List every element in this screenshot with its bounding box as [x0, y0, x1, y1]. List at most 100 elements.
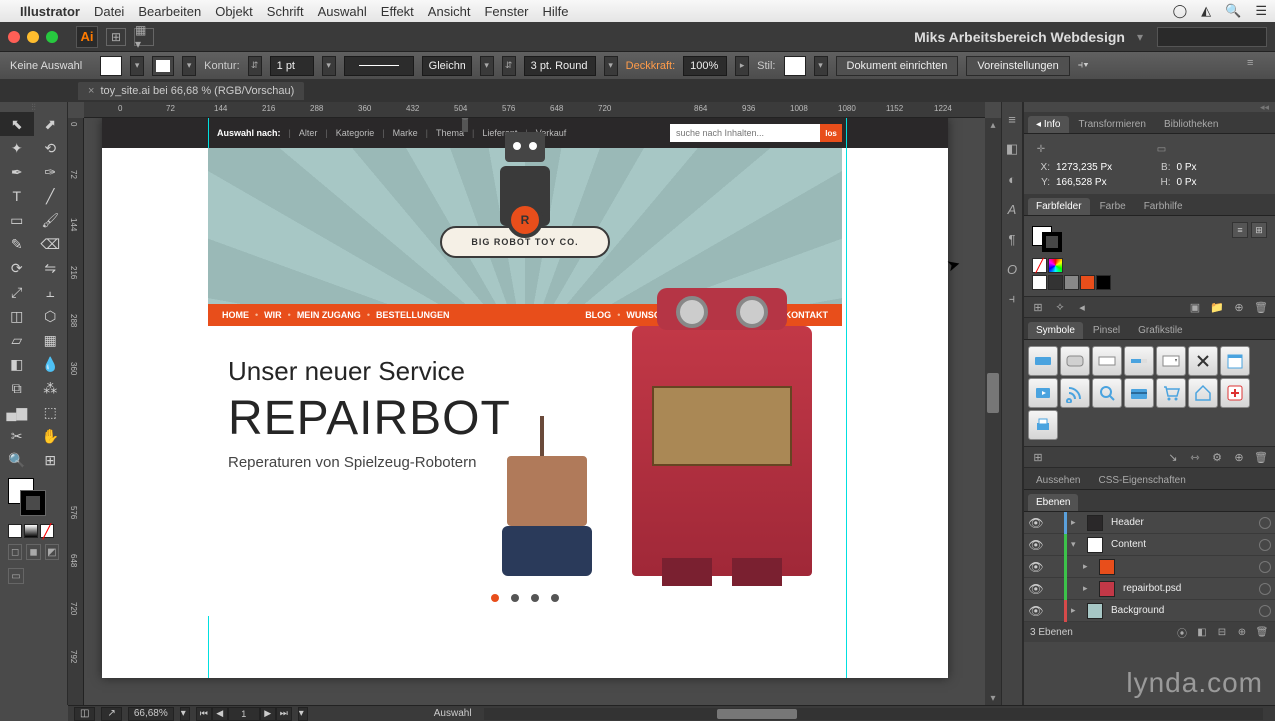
eyedropper-tool[interactable]: 💧	[34, 352, 68, 376]
menu-effekt[interactable]: Effekt	[381, 4, 414, 19]
print-tiling-tool[interactable]: ⊞	[34, 448, 68, 472]
swatch-options-icon[interactable]: ◂	[1074, 299, 1090, 315]
layer-name[interactable]: Background	[1107, 605, 1255, 616]
nav-bestellungen[interactable]: BESTELLUNGEN	[376, 310, 450, 320]
menu-auswahl[interactable]: Auswahl	[318, 4, 367, 19]
symbol-lib-icon[interactable]: ⊞	[1030, 449, 1046, 465]
symbol-calendar[interactable]	[1220, 346, 1250, 376]
brush-dd-icon[interactable]: ▾	[604, 56, 618, 76]
tab-aussehen[interactable]: Aussehen	[1028, 472, 1088, 489]
preferences-button[interactable]: Voreinstellungen	[966, 56, 1069, 76]
layer-name[interactable]: repairbot.psd	[1119, 583, 1255, 594]
layer-row[interactable]: 👁▸repairbot.psd	[1024, 578, 1275, 600]
disclosure-icon[interactable]: ▸	[1071, 517, 1083, 528]
curvature-tool[interactable]: ✑	[34, 160, 68, 184]
opacity-input[interactable]	[683, 56, 727, 76]
layer-row[interactable]: 👁▸Background	[1024, 600, 1275, 622]
layer-row[interactable]: 👁▸	[1024, 556, 1275, 578]
swatch-gray[interactable]	[1064, 275, 1079, 290]
blend-tool[interactable]: ⧉	[0, 376, 34, 400]
zoom-tool[interactable]: 🔍	[0, 448, 34, 472]
swatch-colorgroup-icon[interactable]: ▣	[1187, 299, 1203, 315]
symbol-label[interactable]	[1028, 346, 1058, 376]
tab-libraries[interactable]: Bibliotheken	[1156, 116, 1226, 133]
document-tab[interactable]: × toy_site.ai bei 66,68 % (RGB/Vorschau)	[78, 82, 304, 100]
eraser-tool[interactable]: ⌫	[34, 232, 68, 256]
draw-normal-icon[interactable]: ◻	[8, 544, 22, 560]
tab-transform[interactable]: Transformieren	[1071, 116, 1154, 133]
help-search-input[interactable]	[1157, 27, 1267, 47]
delete-layer-icon[interactable]: 🗑	[1255, 627, 1269, 638]
visibility-icon[interactable]: 👁	[1028, 604, 1044, 618]
menu-schrift[interactable]: Schrift	[267, 4, 304, 19]
carousel-dot-2[interactable]	[511, 594, 519, 602]
tab-ebenen[interactable]: Ebenen	[1028, 494, 1078, 511]
disclosure-icon[interactable]: ▸	[1083, 561, 1095, 572]
fill-swatch[interactable]	[100, 56, 122, 76]
scale-tool[interactable]: ⤢	[0, 280, 34, 304]
brush-stepper-icon[interactable]: ⇵	[502, 56, 516, 76]
scroll-thumb-h[interactable]	[717, 709, 797, 719]
target-icon[interactable]	[1259, 561, 1271, 573]
menu-hilfe[interactable]: Hilfe	[543, 4, 569, 19]
paintbrush-tool[interactable]: 🖌	[34, 208, 68, 232]
menu-bearbeiten[interactable]: Bearbeiten	[138, 4, 201, 19]
site-search-button[interactable]: los	[820, 124, 842, 142]
hand-tool[interactable]: ✋	[34, 424, 68, 448]
artboard-first-icon[interactable]: ⏮	[196, 707, 212, 721]
symbol-break-icon[interactable]: ⇿	[1187, 449, 1203, 465]
graph-tool[interactable]: ▄▆	[0, 400, 34, 424]
gpu-preview-icon[interactable]: ◫	[74, 707, 95, 721]
cc-icon[interactable]: ◯	[1173, 3, 1188, 19]
swatch-white[interactable]	[1032, 275, 1047, 290]
filter-kategorie[interactable]: Kategorie	[336, 128, 375, 138]
document-setup-button[interactable]: Dokument einrichten	[836, 56, 959, 76]
strip-opentype-icon[interactable]: O	[1003, 258, 1021, 280]
artboard-dd-icon[interactable]: ▾	[298, 707, 308, 721]
swatch-fill-stroke[interactable]	[1032, 226, 1062, 252]
width-tool[interactable]: ⫠	[34, 280, 68, 304]
layer-row[interactable]: 👁▸Header	[1024, 512, 1275, 534]
line-tool[interactable]: ╱	[34, 184, 68, 208]
opacity-dd-icon[interactable]: ▸	[735, 56, 749, 76]
free-transform-tool[interactable]: ◫	[0, 304, 34, 328]
artboard-prev-icon[interactable]: ◀	[212, 707, 228, 721]
swatch-none[interactable]: ╱	[1032, 258, 1047, 273]
magic-wand-tool[interactable]: ✦	[0, 136, 34, 160]
gradient-mode-icon[interactable]	[24, 524, 38, 538]
symbol-search[interactable]	[1092, 378, 1122, 408]
visibility-icon[interactable]: 👁	[1028, 538, 1044, 552]
lasso-tool[interactable]: ⟲	[34, 136, 68, 160]
slice-tool[interactable]: ✂	[0, 424, 34, 448]
tab-symbole[interactable]: Symbole	[1028, 322, 1083, 339]
workspace-name[interactable]: Miks Arbeitsbereich Webdesign	[914, 29, 1125, 45]
panel-menu-icon[interactable]: ≡	[1247, 57, 1265, 75]
fill-dropdown-icon[interactable]: ▾	[130, 56, 144, 76]
symbol-rss[interactable]	[1060, 378, 1090, 408]
brush-input[interactable]	[524, 56, 596, 76]
target-icon[interactable]	[1259, 517, 1271, 529]
swatch-list-view-icon[interactable]: ≡	[1232, 222, 1248, 238]
symbol-video[interactable]	[1028, 378, 1058, 408]
swatch-grid-view-icon[interactable]: ⊞	[1251, 222, 1267, 238]
visibility-icon[interactable]: 👁	[1028, 516, 1044, 530]
tools-grip[interactable]: ⫶⫶	[0, 102, 67, 112]
selection-tool[interactable]: ⬉	[0, 112, 34, 136]
minimize-window[interactable]	[27, 31, 39, 43]
symbol-input[interactable]	[1092, 346, 1122, 376]
rotate-tool[interactable]: ⟳	[0, 256, 34, 280]
strip-type-icon[interactable]: A	[1003, 198, 1021, 220]
swatch-kind-icon[interactable]: ⟡	[1052, 299, 1068, 315]
strip-gradient-icon[interactable]: ◐	[1003, 168, 1021, 190]
artboard-last-icon[interactable]: ⏭	[276, 707, 292, 721]
color-mode-icon[interactable]	[8, 524, 22, 538]
symbol-card[interactable]	[1124, 378, 1154, 408]
visibility-icon[interactable]: 👁	[1028, 582, 1044, 596]
stroke-profile-name[interactable]	[422, 56, 472, 76]
stroke-stepper-icon[interactable]: ⇵	[248, 56, 262, 76]
arrange-docs-icon[interactable]: ▦ ▾	[134, 28, 154, 46]
strip-paragraph-icon[interactable]: ¶	[1003, 228, 1021, 250]
none-mode-icon[interactable]: ╱	[40, 524, 54, 538]
swatch-dark[interactable]	[1048, 275, 1063, 290]
symbol-place-icon[interactable]: ↘	[1165, 449, 1181, 465]
